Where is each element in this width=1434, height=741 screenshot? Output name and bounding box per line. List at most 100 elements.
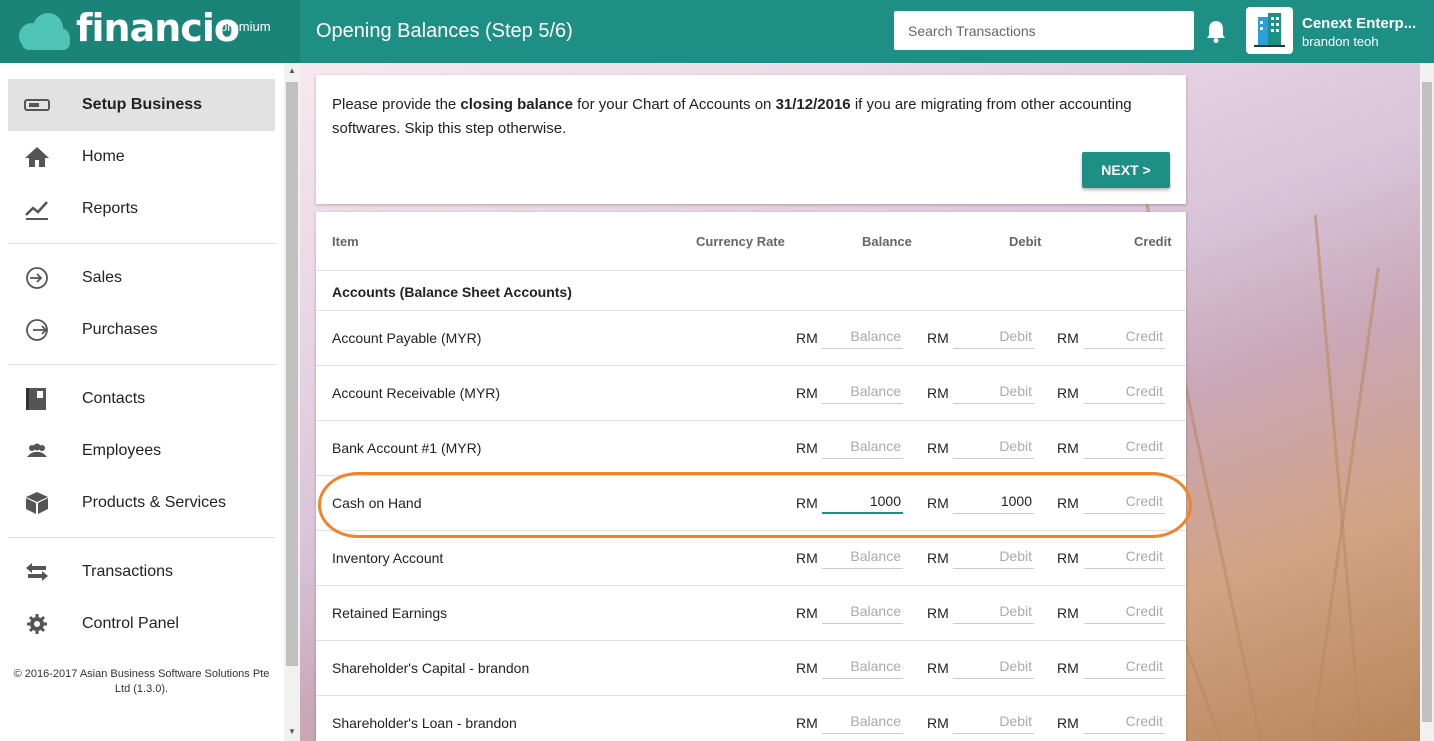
currency-label: RM <box>796 660 818 676</box>
currency-label: RM <box>927 495 949 511</box>
currency-label: RM <box>796 605 818 621</box>
currency-label: RM <box>1057 715 1079 731</box>
divider <box>8 243 275 244</box>
box-icon <box>26 492 48 514</box>
currency-label: RM <box>927 440 949 456</box>
sidebar-item-label: Employees <box>82 442 162 459</box>
sidebar-item-reports[interactable]: Reports <box>8 183 275 235</box>
people-icon <box>27 443 47 457</box>
intro-text: Please provide the closing balance for y… <box>332 96 1132 137</box>
divider <box>8 364 275 365</box>
intro-card: Please provide the closing balance for y… <box>316 75 1186 204</box>
sidebar-item-label: Control Panel <box>82 615 179 632</box>
credit-input[interactable] <box>1084 599 1165 624</box>
debit-input[interactable] <box>953 654 1034 679</box>
scroll-down-arrow-icon[interactable]: ▼ <box>285 725 299 739</box>
logo-area[interactable]: financio premium <box>0 0 300 63</box>
credit-input[interactable] <box>1084 379 1165 404</box>
company-name[interactable]: Cenext Enterp... <box>1302 15 1427 32</box>
currency-label: RM <box>796 715 818 731</box>
currency-label: RM <box>796 440 818 456</box>
opening-balances-table: Item Currency Rate Balance Debit Credit … <box>316 212 1186 741</box>
currency-label: RM <box>1057 330 1079 346</box>
currency-label: RM <box>1057 440 1079 456</box>
table-row: Cash on Hand RM RM RM <box>316 476 1186 531</box>
sidebar-scroll-thumb[interactable] <box>286 82 298 666</box>
page-title: Opening Balances (Step 5/6) <box>316 20 573 42</box>
scroll-up-arrow-icon[interactable]: ▲ <box>285 64 299 78</box>
debit-input[interactable] <box>953 544 1034 569</box>
currency-label: RM <box>796 550 818 566</box>
sidebar-item-label: Contacts <box>82 390 146 407</box>
debit-input[interactable] <box>953 324 1034 349</box>
currency-label: RM <box>796 385 818 401</box>
chart-trend-icon <box>25 201 48 220</box>
currency-label: RM <box>927 330 949 346</box>
balance-input[interactable] <box>822 599 903 624</box>
sidebar-item-purchases[interactable]: Purchases <box>8 304 275 356</box>
sidebar-item-employees[interactable]: Employees <box>8 425 275 477</box>
building-icon <box>1254 13 1285 47</box>
sidebar-item-contacts[interactable]: Contacts <box>8 373 275 425</box>
header-credit: Credit <box>1134 234 1172 249</box>
sidebar-item-products-services[interactable]: Products & Services <box>8 477 275 529</box>
sidebar-item-setup-business[interactable]: Setup Business <box>8 79 275 131</box>
top-bar: financio premium Opening Balances (Step … <box>0 0 1434 63</box>
debit-input[interactable] <box>953 709 1034 734</box>
currency-label: RM <box>1057 550 1079 566</box>
balance-input[interactable] <box>822 324 903 349</box>
sidebar-item-transactions[interactable]: Transactions <box>8 546 275 598</box>
debit-input[interactable] <box>953 489 1034 514</box>
balance-input[interactable] <box>822 654 903 679</box>
table-row: Shareholder's Loan - brandon RM RM RM <box>316 696 1186 741</box>
debit-input[interactable] <box>953 379 1034 404</box>
credit-input[interactable] <box>1084 434 1165 459</box>
balance-input[interactable] <box>822 489 903 514</box>
currency-label: RM <box>796 330 818 346</box>
sidebar-item-label: Setup Business <box>82 96 203 113</box>
credit-input[interactable] <box>1084 489 1165 514</box>
sidebar-item-label: Home <box>82 148 125 165</box>
balance-input[interactable] <box>822 544 903 569</box>
table-row: Retained Earnings RM RM RM <box>316 586 1186 641</box>
contacts-book-icon <box>26 388 46 410</box>
header-currency-rate: Currency Rate <box>696 234 785 249</box>
sidebar-item-label: Products & Services <box>82 494 227 511</box>
account-name: Shareholder's Capital - brandon <box>332 660 530 676</box>
sidebar-item-control-panel[interactable]: Control Panel <box>8 598 275 650</box>
credit-input[interactable] <box>1084 324 1165 349</box>
table-row: Account Receivable (MYR) RM RM RM <box>316 366 1186 421</box>
logo-text: financio <box>76 6 240 50</box>
setup-icon <box>24 99 50 111</box>
header-item: Item <box>332 234 359 249</box>
table-row: Bank Account #1 (MYR) RM RM RM <box>316 421 1186 476</box>
account-name: Bank Account #1 (MYR) <box>332 440 482 456</box>
company-logo[interactable] <box>1246 7 1293 54</box>
credit-input[interactable] <box>1084 544 1165 569</box>
sidebar-item-label: Purchases <box>82 321 158 338</box>
sidebar-item-label: Transactions <box>82 563 173 580</box>
section-title: Accounts (Balance Sheet Accounts) <box>332 284 572 300</box>
section-row: Accounts (Balance Sheet Accounts) <box>316 271 1186 311</box>
credit-input[interactable] <box>1084 709 1165 734</box>
bell-icon[interactable] <box>1205 19 1227 43</box>
main-scroll-thumb[interactable] <box>1422 82 1432 722</box>
swap-arrows-icon <box>26 563 48 581</box>
balance-input[interactable] <box>822 379 903 404</box>
header-balance: Balance <box>862 234 912 249</box>
sidebar-item-home[interactable]: Home <box>8 131 275 183</box>
debit-input[interactable] <box>953 434 1034 459</box>
copyright-text: © 2016-2017 Asian Business Software Solu… <box>13 668 270 695</box>
balance-input[interactable] <box>822 709 903 734</box>
user-name: brandon teoh <box>1302 34 1379 49</box>
arrow-out-icon <box>26 319 48 341</box>
next-button[interactable]: NEXT > <box>1082 152 1170 188</box>
search-input[interactable] <box>894 11 1194 50</box>
balance-input[interactable] <box>822 434 903 459</box>
debit-input[interactable] <box>953 599 1034 624</box>
account-name: Account Receivable (MYR) <box>332 385 501 401</box>
header-debit: Debit <box>1009 234 1042 249</box>
home-icon <box>25 147 49 167</box>
sidebar-item-sales[interactable]: Sales <box>8 252 275 304</box>
credit-input[interactable] <box>1084 654 1165 679</box>
